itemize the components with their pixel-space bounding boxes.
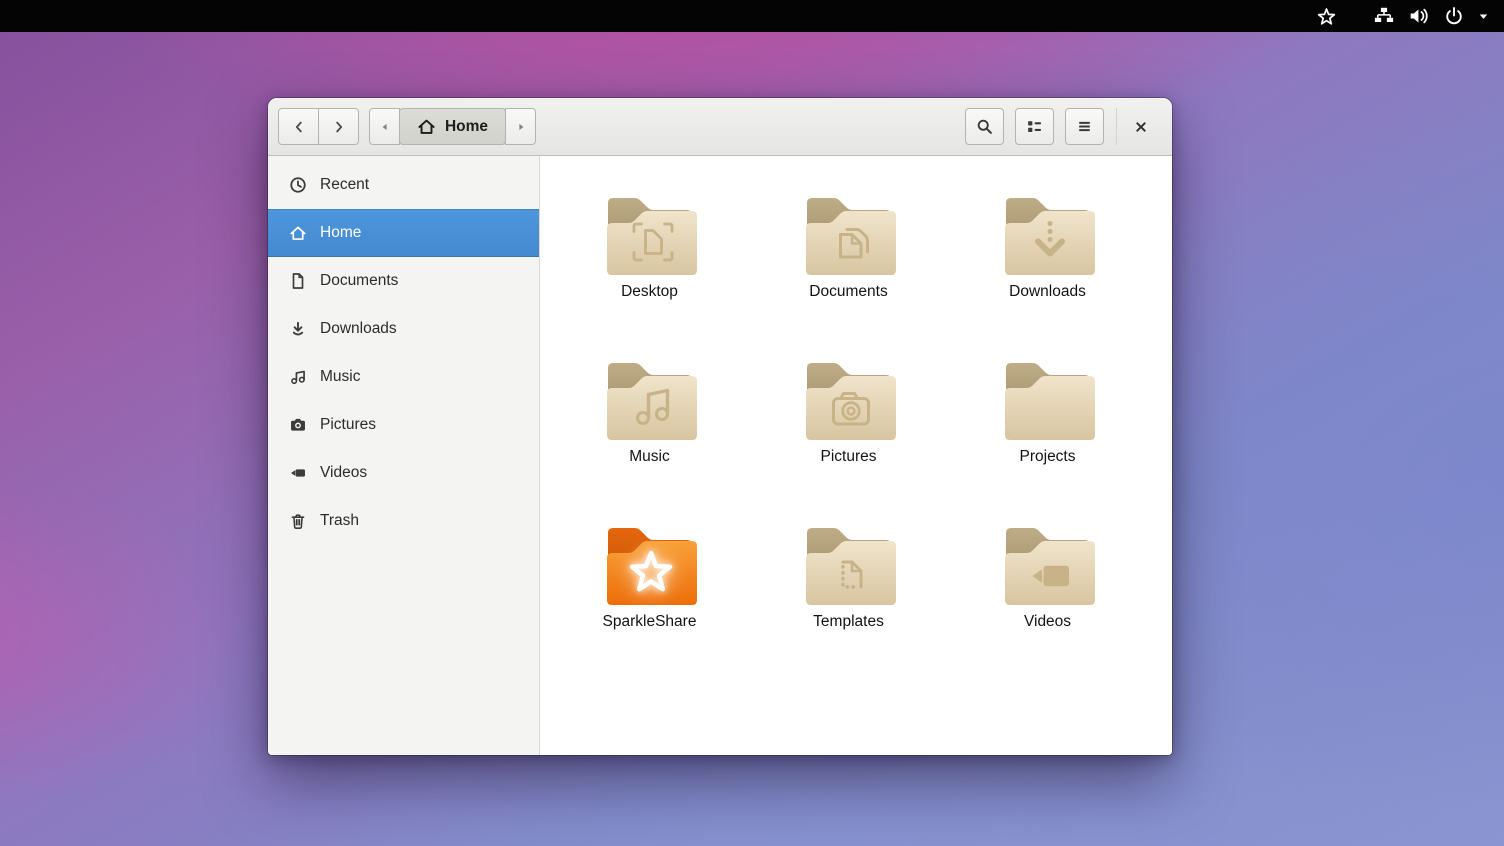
recent-clock-icon [289, 176, 307, 194]
file-view-area: Desktop Documents [540, 156, 1172, 755]
path-segment-label: Home [445, 118, 488, 136]
top-system-bar [0, 0, 1504, 32]
menu-button[interactable] [1065, 108, 1104, 145]
sidebar-item-label: Downloads [320, 320, 397, 338]
sidebar-item-pictures[interactable]: Pictures [268, 401, 539, 449]
file-item-sparkleshare[interactable]: SparkleShare [550, 516, 749, 681]
sidebar-item-label: Recent [320, 176, 369, 194]
file-label: Music [629, 448, 669, 466]
file-label: Desktop [621, 283, 678, 301]
folder-icon-documents [797, 186, 901, 276]
volume-icon[interactable] [1409, 0, 1429, 32]
file-label: Pictures [821, 448, 877, 466]
sidebar-item-music[interactable]: Music [268, 353, 539, 401]
file-item-desktop[interactable]: Desktop [550, 186, 749, 351]
sidebar-item-label: Videos [320, 464, 367, 482]
search-icon [976, 118, 993, 135]
folder-icon-downloads [996, 186, 1100, 276]
sidebar-item-home[interactable]: Home [268, 209, 539, 257]
folder-icon-desktop [598, 186, 702, 276]
favorites-star-icon[interactable] [1316, 0, 1337, 32]
sidebar-item-label: Home [320, 224, 361, 242]
file-label: Templates [813, 613, 884, 631]
folder-icon-projects [996, 351, 1100, 441]
sidebar-item-label: Music [320, 368, 360, 386]
trash-can-icon [289, 512, 307, 530]
file-item-pictures[interactable]: Pictures [749, 351, 948, 516]
history-nav-group [278, 108, 359, 145]
file-manager-window: Home [268, 98, 1172, 755]
sidebar-item-recent[interactable]: Recent [268, 161, 539, 209]
path-scroll-right-button[interactable] [505, 108, 536, 145]
hamburger-menu-icon [1076, 118, 1093, 135]
path-segment-home[interactable]: Home [399, 108, 506, 145]
camera-icon [289, 416, 307, 434]
folder-icon-videos [996, 516, 1100, 606]
file-label: Projects [1020, 448, 1076, 466]
file-item-music[interactable]: Music [550, 351, 749, 516]
close-icon [1133, 119, 1149, 135]
power-icon[interactable] [1444, 0, 1464, 32]
triangle-left-icon [377, 119, 393, 135]
network-icon[interactable] [1374, 0, 1394, 32]
triangle-right-icon [513, 119, 529, 135]
file-item-projects[interactable]: Projects [948, 351, 1147, 516]
forward-button[interactable] [318, 108, 359, 145]
download-arrow-icon [289, 320, 307, 338]
folder-icon-music [598, 351, 702, 441]
file-item-documents[interactable]: Documents [749, 186, 948, 351]
places-sidebar: Recent Home Documents [268, 156, 540, 755]
back-button[interactable] [278, 108, 319, 145]
file-item-templates[interactable]: Templates [749, 516, 948, 681]
folder-icon-pictures [797, 351, 901, 441]
chevron-down-icon[interactable] [1476, 0, 1491, 32]
home-icon [417, 117, 436, 136]
document-icon [289, 272, 307, 290]
home-icon [289, 224, 307, 242]
video-camera-icon [289, 464, 307, 482]
search-button[interactable] [965, 108, 1004, 145]
chevron-left-icon [291, 119, 307, 135]
folder-icon-sparkleshare [598, 516, 702, 606]
path-bar: Home [369, 108, 536, 145]
file-label: Downloads [1009, 283, 1086, 301]
file-label: Videos [1024, 613, 1071, 631]
file-label: Documents [809, 283, 887, 301]
file-item-downloads[interactable]: Downloads [948, 186, 1147, 351]
sidebar-item-label: Trash [320, 512, 359, 530]
folder-icon-templates [797, 516, 901, 606]
view-options-button[interactable] [1015, 108, 1054, 145]
file-item-videos[interactable]: Videos [948, 516, 1147, 681]
toolbar-actions [954, 108, 1156, 145]
sidebar-item-label: Pictures [320, 416, 376, 434]
sidebar-item-videos[interactable]: Videos [268, 449, 539, 497]
path-scroll-left-button[interactable] [369, 108, 400, 145]
view-list-icon [1026, 118, 1043, 135]
close-button[interactable] [1126, 108, 1156, 145]
sidebar-item-downloads[interactable]: Downloads [268, 305, 539, 353]
sidebar-item-trash[interactable]: Trash [268, 497, 539, 545]
chevron-right-icon [331, 119, 347, 135]
music-notes-icon [289, 368, 307, 386]
file-label: SparkleShare [603, 613, 697, 631]
window-titlebar: Home [268, 98, 1172, 156]
sidebar-item-documents[interactable]: Documents [268, 257, 539, 305]
sidebar-item-label: Documents [320, 272, 398, 290]
titlebar-separator [1116, 108, 1117, 145]
icon-grid: Desktop Documents [550, 186, 1172, 681]
